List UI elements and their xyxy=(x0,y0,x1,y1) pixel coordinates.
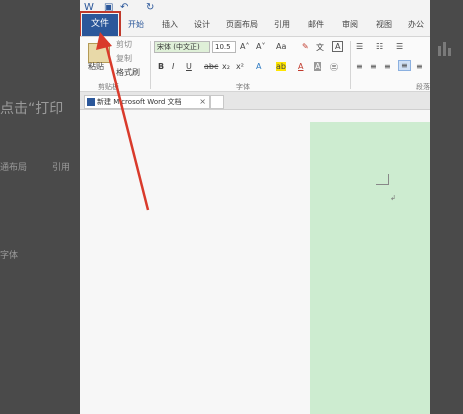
arrow-shaft xyxy=(104,43,150,211)
arrow-head xyxy=(96,32,112,50)
annotation-arrow xyxy=(96,32,150,211)
